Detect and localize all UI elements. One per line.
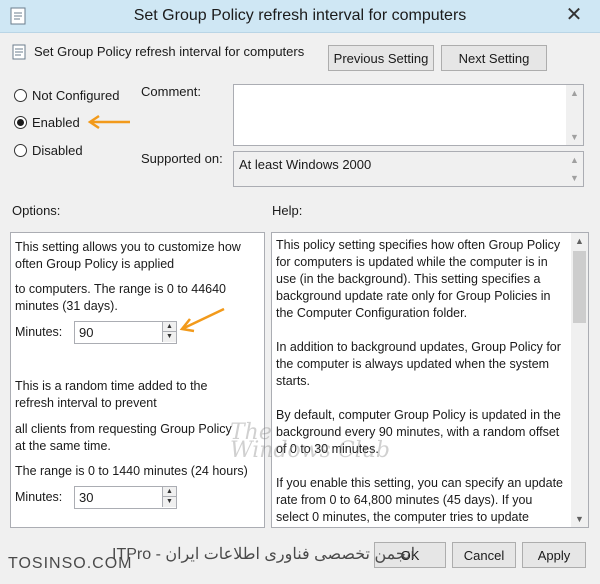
options-text: often Group Policy is applied [15,257,175,271]
title-bar: Set Group Policy refresh interval for co… [0,0,600,33]
site-logo-text: TOSINSO.COM [8,555,133,572]
radio-disabled-indicator[interactable] [14,144,27,157]
spin-up-icon[interactable]: ▲ [162,322,176,332]
radio-enabled-label: Enabled [32,115,80,130]
help-paragraph: In addition to background updates, Group… [276,340,561,388]
annotation-arrow-icon [87,114,130,130]
close-icon[interactable]: ✕ [558,2,590,28]
help-text: This policy setting specifies how often … [276,237,566,527]
radio-disabled-label: Disabled [32,143,83,158]
options-text: to computers. The range is 0 to 44640 [15,282,227,296]
window-title: Set Group Policy refresh interval for co… [133,7,467,24]
next-setting-button[interactable]: Next Setting [441,45,547,71]
options-text: all clients from requesting Group Policy [15,422,232,436]
radio-not-configured-label: Not Configured [32,88,120,103]
scroll-down-icon[interactable]: ▼ [566,170,583,186]
setting-name: Set Group Policy refresh interval for co… [34,44,305,59]
comment-label: Comment: [141,84,201,99]
minutes-label: Minutes: [15,325,63,339]
scroll-up-icon[interactable]: ▲ [566,85,583,101]
radio-not-configured[interactable]: Not Configured [14,88,119,103]
help-scrollbar[interactable]: ▲ ▼ [571,233,588,527]
spin-up-icon[interactable]: ▲ [162,487,176,497]
spin-down-icon[interactable]: ▼ [162,497,176,507]
options-text: The range is 0 to 1440 minutes (24 hours… [15,464,248,478]
options-text: This is a random time added to the [15,379,208,393]
help-scroll-thumb[interactable] [573,251,586,323]
watermark-line: Windows Club [230,438,390,463]
help-paragraph: This policy setting specifies how often … [276,238,561,320]
previous-setting-button[interactable]: Previous Setting [328,45,434,71]
comment-textarea[interactable]: ▲ ▼ [233,84,584,146]
apply-button[interactable]: Apply [522,542,586,568]
scroll-up-icon[interactable]: ▲ [566,152,583,168]
options-text: minutes (31 days). [15,299,118,313]
supported-on-label: Supported on: [141,151,223,166]
radio-not-configured-indicator[interactable] [14,89,27,102]
help-label: Help: [272,203,303,218]
minutes-label: Minutes: [15,490,63,504]
random-offset-value[interactable]: 30 [79,490,93,505]
watermark: The Windows Club [230,422,390,463]
policy-setting-icon [12,44,26,60]
help-panel: This policy setting specifies how often … [271,232,589,528]
options-text: at the same time. [15,439,111,453]
help-paragraph: If you enable this setting, you can spec… [276,476,563,524]
cancel-button[interactable]: Cancel [452,542,516,568]
random-offset-stepper[interactable]: 30 ▲ ▼ [74,486,177,509]
radio-enabled-indicator[interactable] [14,116,27,129]
supported-scrollbar[interactable]: ▲ ▼ [566,152,583,186]
scroll-down-icon[interactable]: ▼ [566,129,583,145]
radio-disabled[interactable]: Disabled [14,143,83,158]
spin-down-icon[interactable]: ▼ [162,332,176,342]
options-text: This setting allows you to customize how [15,240,241,254]
scroll-up-icon[interactable]: ▲ [571,233,588,249]
supported-on-field: At least Windows 2000 ▲ ▼ [233,151,584,187]
site-caption: انجمن تخصصی فناوری اطلاعات ایران - ITPro [112,546,416,563]
comment-scrollbar[interactable]: ▲ ▼ [566,85,583,145]
options-label: Options: [12,203,61,218]
radio-enabled[interactable]: Enabled [14,115,80,130]
options-text: refresh interval to prevent [15,396,157,410]
refresh-minutes-value[interactable]: 90 [79,325,93,340]
annotation-arrow-icon [179,307,225,333]
scroll-down-icon[interactable]: ▼ [571,511,588,527]
options-panel: This setting allows you to customize how… [10,232,265,528]
refresh-minutes-stepper[interactable]: 90 ▲ ▼ [74,321,177,344]
supported-on-value: At least Windows 2000 [239,157,372,172]
